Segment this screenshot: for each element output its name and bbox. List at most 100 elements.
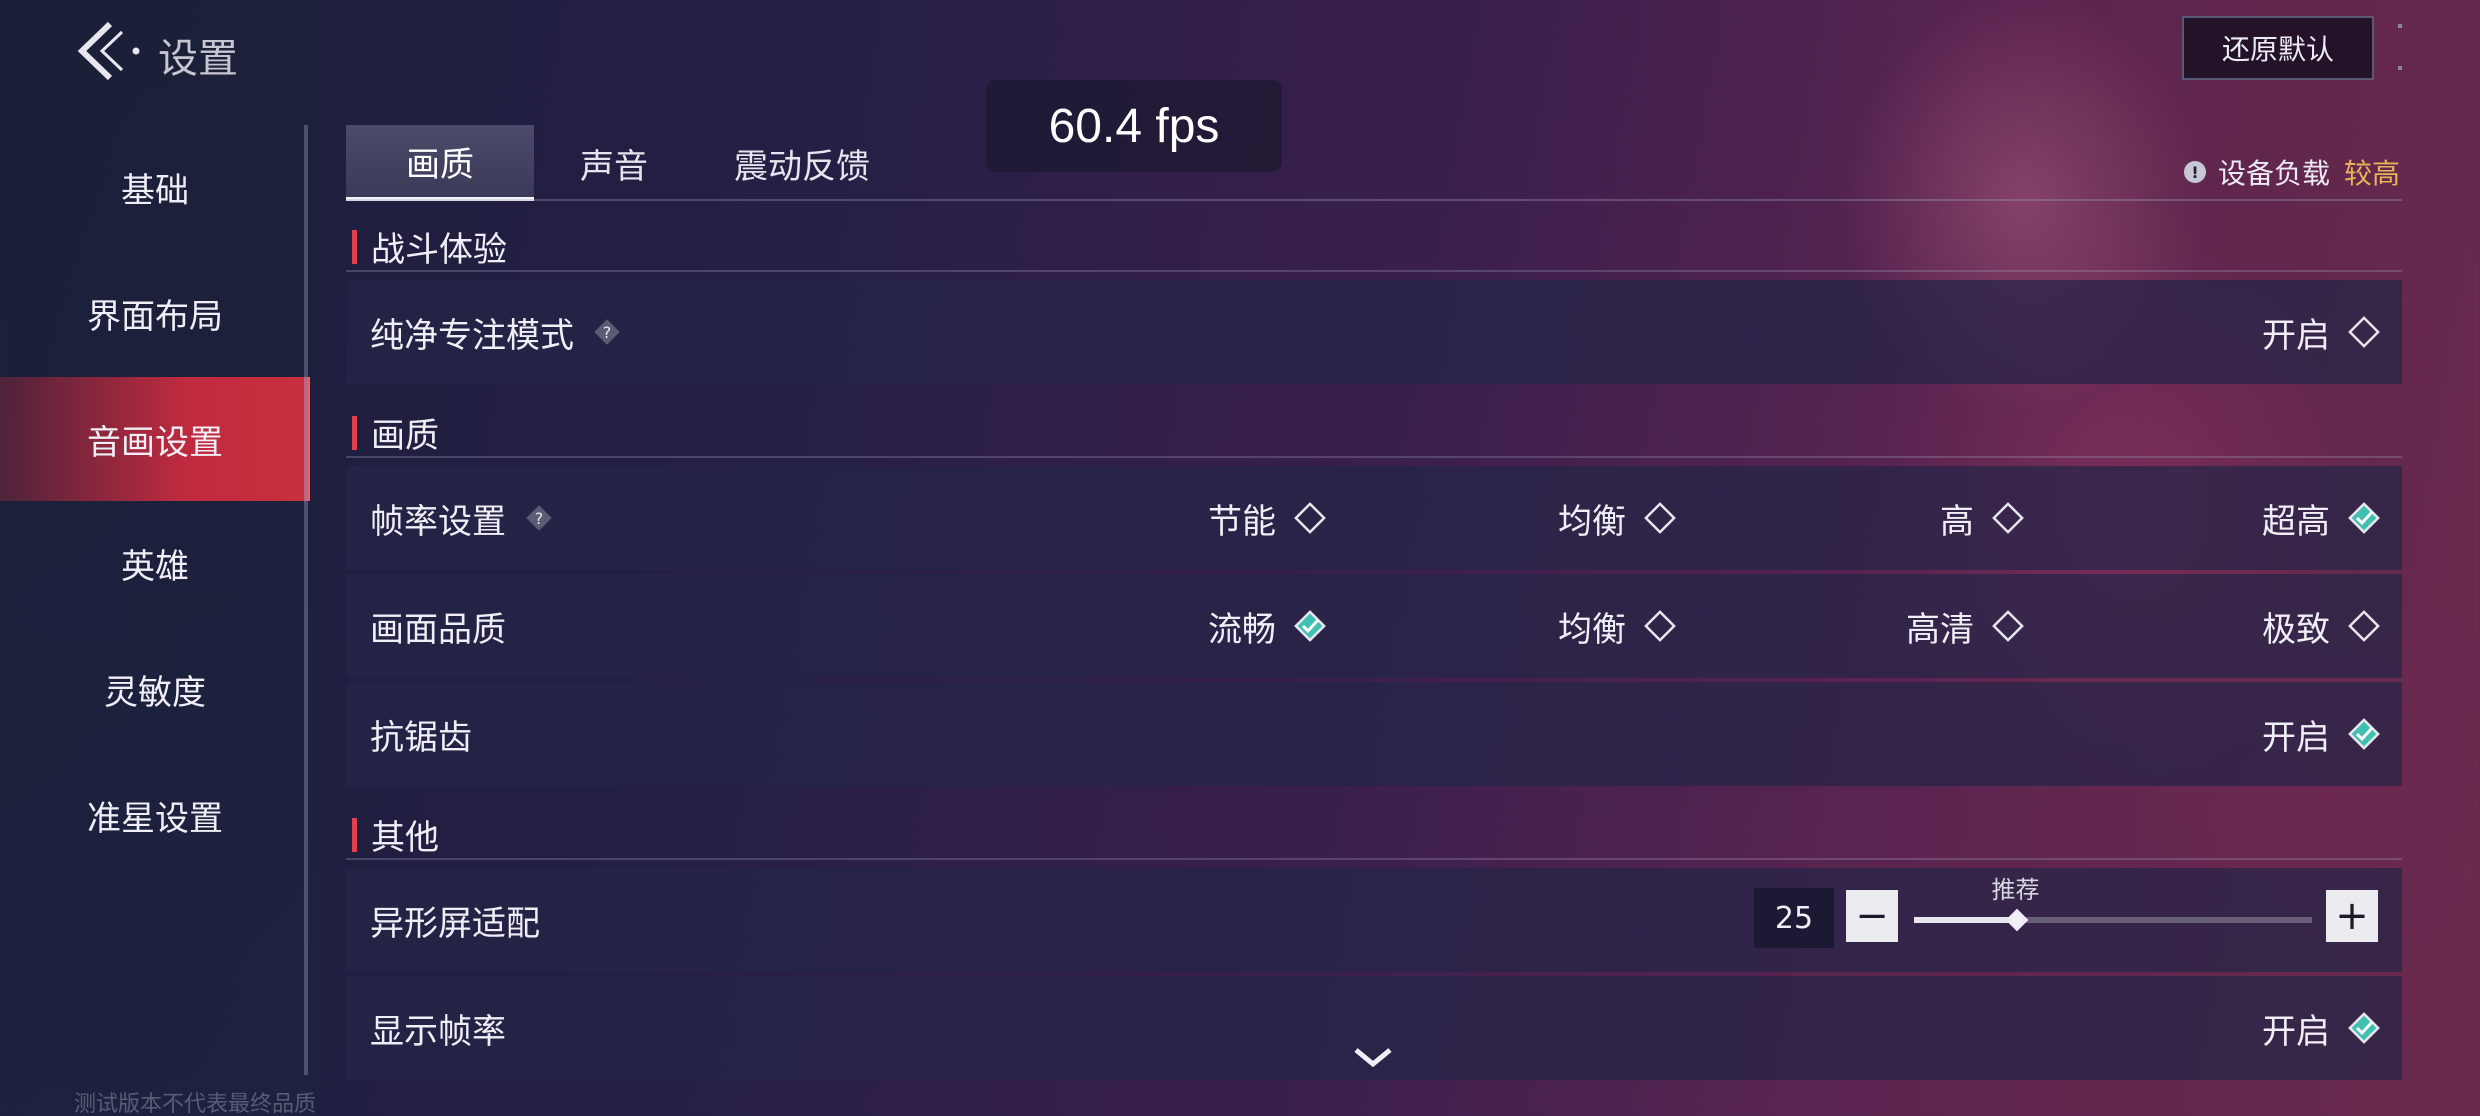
sidebar-item-label: 界面布局 [87, 296, 223, 337]
sidebar-item-audio-video[interactable]: 音画设置 [0, 377, 310, 501]
show-fps-label: 显示帧率 [370, 1011, 506, 1052]
diamond-checkbox-icon [1644, 502, 1676, 534]
sidebar-item-crosshair[interactable]: 准星设置 [0, 753, 310, 877]
sidebar-item-label: 基础 [121, 170, 189, 211]
option-label: 极致 [2262, 609, 2330, 650]
fps-counter: 60.4 fps [986, 80, 1282, 172]
framerate-option-eco[interactable]: 节能 [1208, 466, 1330, 570]
section-battle-title: 战斗体验 [352, 222, 507, 271]
sidebar-item-label: 英雄 [121, 546, 189, 587]
framerate-label: 帧率设置 [370, 501, 506, 542]
slider-thumb[interactable] [2003, 906, 2031, 934]
sidebar-item-label: 音画设置 [87, 422, 223, 463]
option-label: 高清 [1906, 609, 1974, 650]
picture-option-hd[interactable]: 高清 [1906, 574, 2028, 678]
section-other-title: 其他 [352, 810, 439, 859]
diamond-checkbox-icon [2348, 316, 2380, 348]
notch-slider-track[interactable] [1914, 917, 2312, 923]
back-button[interactable] [70, 18, 150, 84]
svg-text:?: ? [603, 323, 612, 342]
section-accent-bar [352, 415, 357, 450]
device-load-value: 较高 [2343, 157, 2400, 190]
recommend-marker-label: 推荐 [1991, 876, 2040, 904]
framerate-option-high[interactable]: 高 [1940, 466, 2028, 570]
diamond-checked-icon [2348, 502, 2380, 534]
diamond-checkbox-icon [2348, 610, 2380, 642]
edge-dot [2398, 66, 2402, 70]
tab-quality[interactable]: 画质 [346, 125, 534, 201]
row-label: 异形屏适配 [370, 868, 540, 972]
row-label: 帧率设置 ? [370, 466, 554, 570]
row-antialias: 抗锯齿 开启 [346, 682, 2402, 786]
reset-default-button[interactable]: 还原默认 [2182, 16, 2374, 80]
decrease-button[interactable]: − [1846, 890, 1898, 942]
diamond-checked-icon [2348, 1012, 2380, 1044]
option-label: 开启 [2262, 315, 2330, 356]
option-label: 开启 [2262, 1011, 2330, 1052]
sidebar-item-hero[interactable]: 英雄 [0, 501, 310, 625]
section-divider [346, 858, 2402, 860]
row-label: 抗锯齿 [370, 682, 472, 786]
section-accent-bar [352, 229, 357, 264]
option-label: 均衡 [1558, 609, 1626, 650]
diamond-checkbox-icon [1294, 502, 1326, 534]
alert-icon: ! [2183, 161, 2206, 183]
sidebar-item-label: 准星设置 [87, 798, 223, 839]
tab-sound[interactable]: 声音 [534, 125, 694, 201]
framerate-option-balanced[interactable]: 均衡 [1558, 466, 1680, 570]
show-fps-toggle[interactable]: 开启 [2262, 976, 2384, 1080]
framerate-option-ultra[interactable]: 超高 [2262, 466, 2384, 570]
increase-button[interactable]: + [2326, 890, 2378, 942]
device-load: ! 设备负载 较高 [2183, 152, 2400, 192]
device-load-label: 设备负载 [2217, 157, 2330, 190]
picture-option-smooth[interactable]: 流畅 [1208, 574, 1330, 678]
sidebar-item-basic[interactable]: 基础 [0, 125, 310, 249]
sidebar-divider [304, 125, 308, 1075]
test-version-note: 测试版本不代表最终品质 [74, 1092, 317, 1116]
row-framerate: 帧率设置 ? 节能 均衡 高 超高 [346, 466, 2402, 570]
notch-value-display: 25 [1754, 888, 1834, 948]
diamond-checked-icon [2348, 718, 2380, 750]
section-title-text: 战斗体验 [371, 230, 507, 270]
antialias-label: 抗锯齿 [370, 717, 472, 758]
row-label: 显示帧率 [370, 976, 506, 1080]
tab-vibration[interactable]: 震动反馈 [694, 125, 910, 201]
svg-text:?: ? [535, 509, 544, 528]
option-label: 均衡 [1558, 501, 1626, 542]
page-title: 设置 [158, 36, 238, 82]
option-label: 流畅 [1208, 609, 1276, 650]
option-label: 开启 [2262, 717, 2330, 758]
section-divider [346, 456, 2402, 458]
diamond-checked-icon [1294, 610, 1326, 642]
option-label: 高 [1940, 501, 1974, 542]
diamond-checkbox-icon [1992, 610, 2024, 642]
row-pure-focus: 纯净专注模式 ? 开启 [346, 280, 2402, 384]
antialias-toggle[interactable]: 开启 [2262, 682, 2384, 786]
pure-focus-toggle[interactable]: 开启 [2262, 280, 2384, 384]
help-icon[interactable]: ? [524, 503, 554, 533]
picture-option-balanced[interactable]: 均衡 [1558, 574, 1680, 678]
section-quality-title: 画质 [352, 408, 439, 457]
notch-adapt-label: 异形屏适配 [370, 903, 540, 944]
back-arrow-icon [77, 21, 140, 81]
slider-fill [1914, 917, 2018, 923]
edge-dot [2398, 24, 2402, 28]
diamond-checkbox-icon [1644, 610, 1676, 642]
sidebar-item-layout[interactable]: 界面布局 [0, 251, 310, 375]
section-title-text: 其他 [371, 818, 439, 858]
picture-option-extreme[interactable]: 极致 [2262, 574, 2384, 678]
diamond-checkbox-icon [1992, 502, 2024, 534]
help-icon[interactable]: ? [592, 317, 622, 347]
row-notch-adapt: 异形屏适配 25 − 推荐 + [346, 868, 2402, 972]
option-label: 节能 [1208, 501, 1276, 542]
scroll-down-chevron-icon[interactable] [1350, 1042, 1396, 1072]
section-title-text: 画质 [371, 416, 439, 456]
section-accent-bar [352, 817, 357, 852]
sidebar-item-sensitivity[interactable]: 灵敏度 [0, 627, 310, 751]
row-picture-quality: 画面品质 流畅 均衡 高清 极致 [346, 574, 2402, 678]
row-label: 画面品质 [370, 574, 506, 678]
row-label: 纯净专注模式 ? [370, 280, 622, 384]
section-divider [346, 270, 2402, 272]
sidebar-item-label: 灵敏度 [104, 672, 206, 713]
tab-underline [346, 199, 2402, 201]
